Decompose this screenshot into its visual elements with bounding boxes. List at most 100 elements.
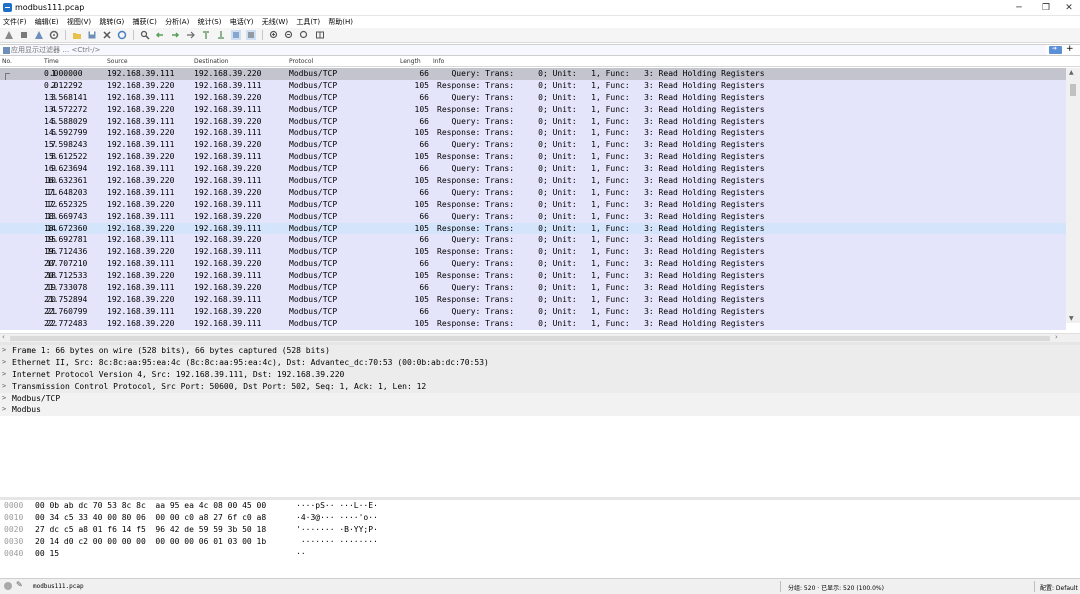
- packet-list-horizontal-scrollbar[interactable]: ‹ ›: [0, 333, 1080, 342]
- hex-dump-row[interactable]: 0000 00 0b ab dc 70 53 8c 8c aa 95 ea 4c …: [0, 500, 1080, 512]
- detail-tree-item[interactable]: > Modbus/TCP: [0, 392, 1080, 405]
- detail-tree-item[interactable]: > Ethernet II, Src: 8c:8c:aa:95:ea:4c (8c…: [0, 356, 1080, 369]
- packet-row[interactable]: 1 0.000000 192.168.39.111 192.168.39.220 Mod…: [0, 68, 1066, 80]
- packet-row[interactable]: 19 21.733078 192.168.39.111 192.168.39.220 M…: [0, 282, 1066, 294]
- packet-row[interactable]: 12 17.652325 192.168.39.220 192.168.39.111 M…: [0, 198, 1066, 211]
- expand-chevron-icon[interactable]: >: [2, 381, 6, 393]
- go-to-packet-icon[interactable]: [186, 30, 196, 40]
- zoom-in-icon[interactable]: [269, 30, 279, 40]
- stop-capture-icon[interactable]: [19, 30, 29, 40]
- expand-chevron-icon[interactable]: >: [2, 357, 6, 369]
- expand-chevron-icon[interactable]: >: [2, 393, 6, 405]
- packet-row[interactable]: 9 16.623694 192.168.39.111 192.168.39.220 Mo…: [0, 163, 1066, 176]
- column-header-no[interactable]: No.: [2, 58, 12, 65]
- packet-destination: 192.168.39.111: [194, 104, 262, 114]
- packet-row[interactable]: 20 21.752894 192.168.39.220 192.168.39.111 M…: [0, 293, 1066, 306]
- packet-destination: 192.168.39.111: [194, 176, 262, 186]
- packet-row[interactable]: 8 15.612522 192.168.39.220 192.168.39.111 Mo…: [0, 151, 1066, 164]
- packet-row[interactable]: 11 17.648203 192.168.39.111 192.168.39.220 M…: [0, 186, 1066, 199]
- apply-filter-icon[interactable]: [1049, 45, 1062, 54]
- packet-list-scrollbar[interactable]: ▲ ▼: [1066, 68, 1080, 323]
- column-header-info[interactable]: Info: [433, 58, 444, 65]
- packet-row[interactable]: 5 14.588029 192.168.39.111 192.168.39.220 Mo…: [0, 115, 1066, 128]
- maximize-button[interactable]: ❐: [1035, 0, 1057, 16]
- menu-file[interactable]: 文件(F): [3, 16, 27, 28]
- zoom-normal-icon[interactable]: [299, 30, 309, 40]
- status-profile[interactable]: 配置: Default: [1040, 583, 1080, 592]
- go-forward-icon[interactable]: [170, 30, 180, 40]
- find-packet-icon[interactable]: [140, 30, 150, 40]
- add-filter-button[interactable]: +: [1066, 44, 1074, 54]
- expand-chevron-icon[interactable]: >: [2, 345, 6, 357]
- packet-row[interactable]: 13 18.669743 192.168.39.111 192.168.39.220 M…: [0, 210, 1066, 223]
- menu-go[interactable]: 跳转(G): [99, 16, 124, 28]
- last-packet-icon[interactable]: [216, 30, 226, 40]
- packet-row[interactable]: 14 18.672360 192.168.39.220 192.168.39.111 M…: [0, 222, 1066, 235]
- open-file-icon[interactable]: [72, 30, 82, 40]
- packet-row[interactable]: 3 13.568141 192.168.39.111 192.168.39.220 Mo…: [0, 91, 1066, 104]
- packet-row[interactable]: 6 14.592799 192.168.39.220 192.168.39.111 Mo…: [0, 127, 1066, 140]
- menu-capture[interactable]: 捕获(C): [132, 16, 156, 28]
- first-packet-icon[interactable]: [201, 30, 211, 40]
- display-filter-input[interactable]: [11, 45, 1046, 55]
- zoom-out-icon[interactable]: [284, 30, 294, 40]
- packet-row[interactable]: 21 22.760799 192.168.39.111 192.168.39.220 M…: [0, 305, 1066, 318]
- column-header-destination[interactable]: Destination: [194, 58, 228, 65]
- expand-chevron-icon[interactable]: >: [2, 404, 6, 416]
- detail-tree-item[interactable]: > Frame 1: 66 bytes on wire (528 bits), 6…: [0, 345, 1080, 357]
- packet-row[interactable]: 2 0.012292 192.168.39.220 192.168.39.111 Mod…: [0, 79, 1066, 92]
- autoscroll-icon[interactable]: [231, 30, 242, 40]
- menu-analyze[interactable]: 分析(A): [165, 16, 189, 28]
- detail-tree-item[interactable]: > Modbus: [0, 404, 1080, 417]
- packet-row[interactable]: 7 15.598243 192.168.39.111 192.168.39.220 Mo…: [0, 139, 1066, 152]
- hex-dump-row[interactable]: 0030 20 14 d0 c2 00 00 00 00 00 00 00 06 …: [0, 536, 1080, 548]
- packet-row[interactable]: 10 16.632361 192.168.39.220 192.168.39.111 M…: [0, 175, 1066, 187]
- packet-length: 105: [414, 199, 429, 209]
- column-header-protocol[interactable]: Protocol: [289, 58, 313, 65]
- go-back-icon[interactable]: [155, 30, 165, 40]
- packet-time: 13.568141: [44, 92, 88, 102]
- menu-view[interactable]: 视图(V): [67, 16, 91, 28]
- menu-edit[interactable]: 编辑(E): [35, 16, 59, 28]
- hex-dump-row[interactable]: 0010 00 34 c5 33 40 00 80 06 00 00 c0 a8 …: [0, 512, 1080, 524]
- column-header-length[interactable]: Length: [400, 58, 421, 65]
- save-file-icon[interactable]: [87, 30, 97, 40]
- close-button[interactable]: ✕: [1058, 0, 1080, 16]
- expert-info-icon[interactable]: [4, 582, 12, 590]
- minimize-button[interactable]: ─: [1008, 0, 1030, 16]
- restart-capture-icon[interactable]: [34, 30, 44, 40]
- scroll-thumb[interactable]: [1070, 84, 1076, 96]
- close-file-icon[interactable]: [102, 30, 112, 40]
- scroll-right-icon[interactable]: ›: [1055, 333, 1058, 341]
- resize-columns-icon[interactable]: [315, 30, 325, 40]
- packet-row[interactable]: 17 20.707210 192.168.39.111 192.168.39.220 M…: [0, 258, 1066, 271]
- capture-comment-icon[interactable]: ✎: [16, 580, 23, 589]
- menu-statistics[interactable]: 统计(S): [198, 16, 222, 28]
- packet-row[interactable]: 18 20.712533 192.168.39.220 192.168.39.111 M…: [0, 270, 1066, 283]
- packet-row[interactable]: 4 13.572272 192.168.39.220 192.168.39.111 Mo…: [0, 103, 1066, 116]
- capture-options-icon[interactable]: [49, 30, 59, 40]
- scroll-left-icon[interactable]: ‹: [2, 333, 5, 341]
- menu-tools[interactable]: 工具(T): [296, 16, 320, 28]
- scroll-up-icon[interactable]: ▲: [1069, 69, 1074, 76]
- reload-file-icon[interactable]: [117, 30, 127, 40]
- column-header-source[interactable]: Source: [107, 58, 128, 65]
- bookmark-filter-icon[interactable]: [3, 47, 10, 54]
- packet-destination: 192.168.39.111: [194, 294, 262, 304]
- scroll-down-icon[interactable]: ▼: [1069, 315, 1074, 322]
- hex-dump-row[interactable]: 0020 27 dc c5 a8 01 f6 14 f5 96 42 de 59 …: [0, 524, 1080, 536]
- shark-fin-start-icon[interactable]: [4, 30, 14, 40]
- column-header-time[interactable]: Time: [44, 58, 59, 65]
- menu-wireless[interactable]: 无线(W): [262, 16, 288, 28]
- expand-chevron-icon[interactable]: >: [2, 369, 6, 381]
- packet-row[interactable]: 15 19.692781 192.168.39.111 192.168.39.220 M…: [0, 234, 1066, 247]
- detail-tree-item[interactable]: > Transmission Control Protocol, Src Port…: [0, 380, 1080, 393]
- menu-telephony[interactable]: 电话(Y): [230, 16, 254, 28]
- detail-tree-item[interactable]: > Internet Protocol Version 4, Src: 192.1…: [0, 368, 1080, 381]
- hex-dump-row[interactable]: 0040 00 15 ··: [0, 548, 1080, 560]
- packet-row[interactable]: 16 19.712436 192.168.39.220 192.168.39.111 M…: [0, 246, 1066, 259]
- packet-row[interactable]: 22 22.772483 192.168.39.220 192.168.39.111 M…: [0, 317, 1066, 330]
- menu-help[interactable]: 帮助(H): [328, 16, 353, 28]
- horizontal-scroll-thumb[interactable]: [10, 336, 1050, 341]
- colorize-icon[interactable]: [246, 30, 257, 40]
